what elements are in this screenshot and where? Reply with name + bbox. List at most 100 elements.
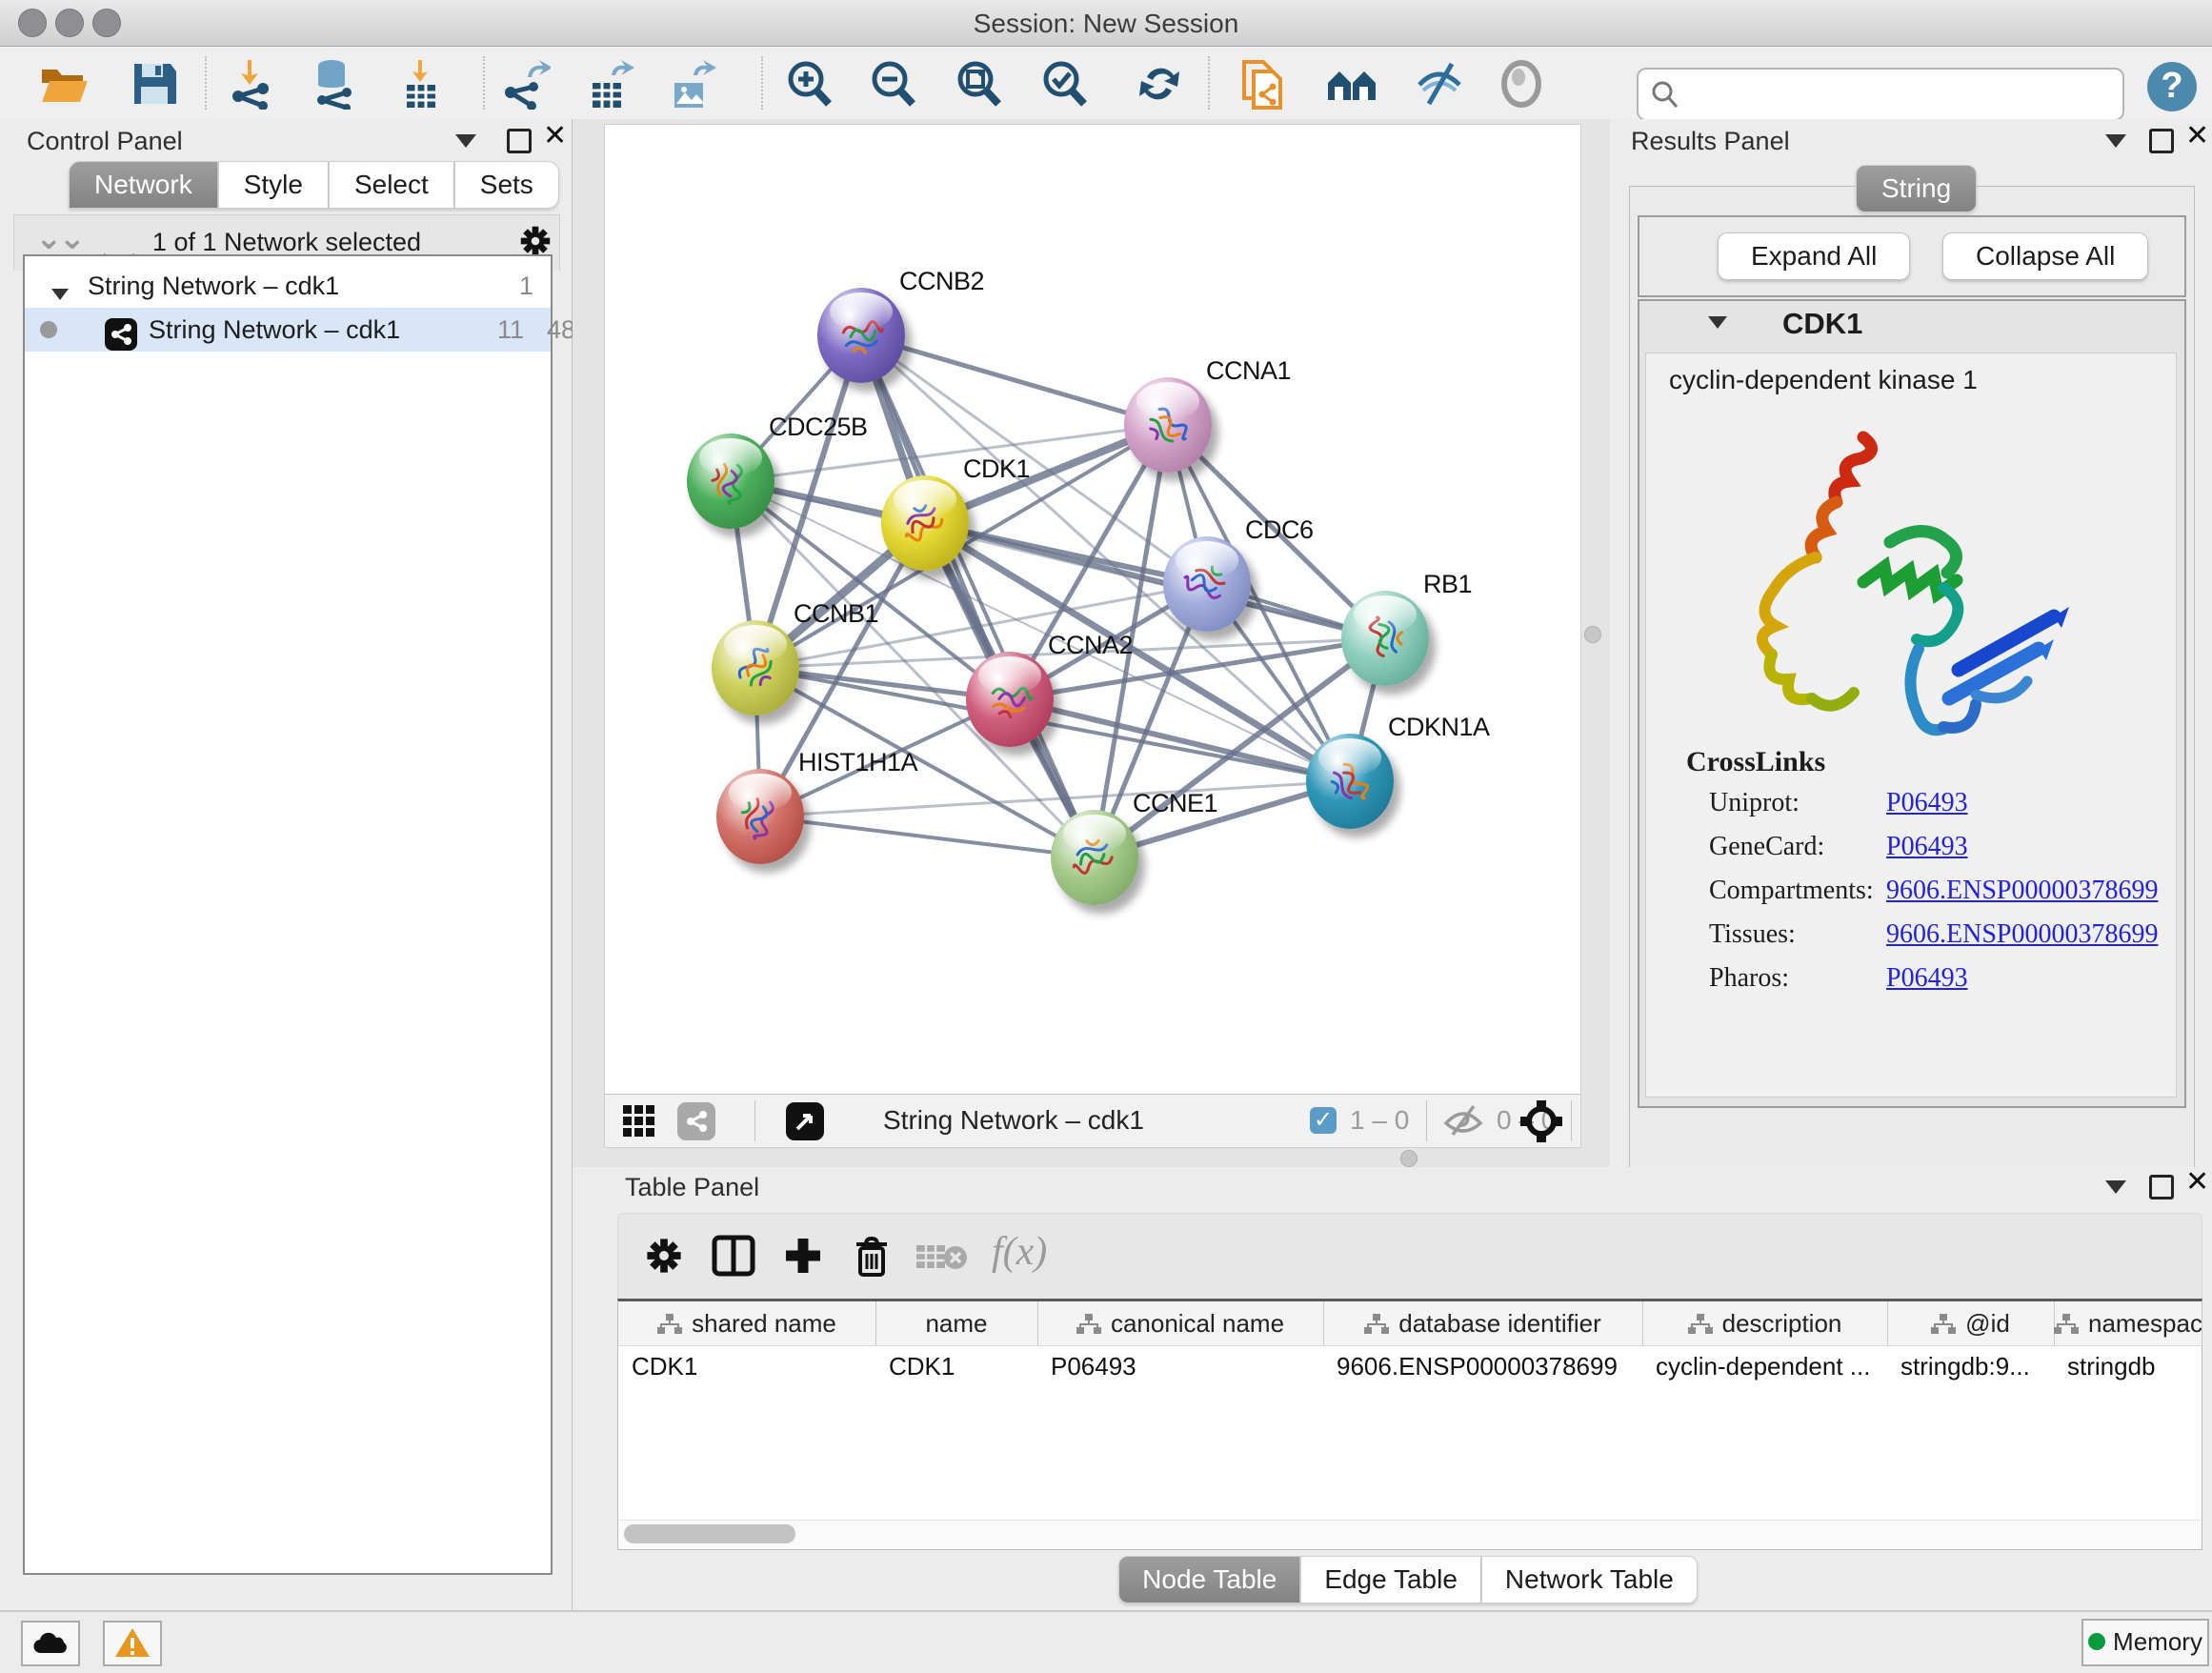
gene-section-header[interactable]: CDK1: [1639, 301, 2184, 351]
column-header-namespace[interactable]: namespace: [2054, 1301, 2202, 1345]
gene-collapse-icon[interactable]: [1708, 316, 1727, 333]
control-panel-close-icon[interactable]: ✕: [543, 127, 567, 150]
network-node-cdkn1a[interactable]: [1306, 734, 1394, 829]
column-header-database-identifier[interactable]: database identifier: [1323, 1301, 1643, 1345]
network-collection-row[interactable]: String Network – cdk1 1: [25, 264, 551, 308]
grid-view-icon[interactable]: [622, 1104, 656, 1143]
node-label-cdk1: CDK1: [963, 454, 1030, 484]
zoom-out-icon[interactable]: [867, 58, 918, 110]
network-node-cdc25b[interactable]: [687, 433, 774, 529]
table-toolbar: f(x): [617, 1213, 2202, 1300]
crosslink-value-link[interactable]: P06493: [1886, 788, 1968, 818]
clone-network-icon[interactable]: [1237, 58, 1288, 110]
network-selected-status: 1 of 1 Network selected: [14, 228, 559, 257]
show-panel-eye-icon[interactable]: [1496, 58, 1547, 110]
tab-edge-table[interactable]: Edge Table: [1300, 1556, 1481, 1603]
network-edge[interactable]: [861, 335, 1168, 425]
right-splitter-handle[interactable]: [1584, 626, 1601, 643]
crosslink-value-link[interactable]: P06493: [1886, 963, 1968, 994]
tab-style[interactable]: Style: [218, 161, 329, 209]
column-header-canonical-name[interactable]: canonical name: [1037, 1301, 1324, 1345]
warning-status-button[interactable]: [103, 1621, 162, 1666]
hide-panel-eye-icon[interactable]: [1414, 58, 1465, 110]
open-session-icon[interactable]: [38, 58, 90, 110]
tab-network-table[interactable]: Network Table: [1481, 1556, 1698, 1603]
network-node-ccna2[interactable]: [966, 652, 1054, 747]
network-edge[interactable]: [861, 335, 1095, 857]
column-header-name[interactable]: name: [875, 1301, 1038, 1345]
delete-column-icon[interactable]: [853, 1235, 891, 1283]
tab-string[interactable]: String: [1856, 165, 1977, 212]
control-panel-float-icon[interactable]: [507, 129, 532, 158]
column-header-shared-name[interactable]: shared name: [618, 1301, 876, 1345]
network-edge[interactable]: [925, 523, 1385, 638]
tab-select[interactable]: Select: [329, 161, 454, 209]
control-panel-collapse-icon[interactable]: [455, 134, 476, 152]
network-node-rb1[interactable]: [1341, 591, 1429, 686]
export-network-icon[interactable]: [499, 58, 551, 110]
crosslink-value-link[interactable]: P06493: [1886, 832, 1968, 862]
import-network-file-icon[interactable]: [225, 58, 276, 110]
results-panel-collapse-icon[interactable]: [2105, 134, 2126, 152]
table-panel-close-icon[interactable]: ✕: [2185, 1173, 2209, 1196]
memory-button[interactable]: Memory: [2081, 1619, 2209, 1666]
expand-all-button[interactable]: Expand All: [1718, 232, 1910, 280]
network-node-ccnb2[interactable]: [817, 288, 905, 383]
export-table-icon[interactable]: [583, 58, 634, 110]
network-canvas[interactable]: CCNB2CCNA1CDC25BCDK1CDC6RB1CCNB1CCNA2CDK…: [604, 124, 1581, 1096]
table-cell[interactable]: stringdb:9...: [1900, 1345, 2050, 1387]
horizontal-splitter-handle[interactable]: [1400, 1150, 1418, 1167]
zoom-in-icon[interactable]: [783, 58, 835, 110]
table-cell[interactable]: cyclin-dependent ...: [1656, 1345, 1883, 1387]
import-table-icon[interactable]: [395, 58, 447, 110]
zoom-fit-icon[interactable]: [953, 58, 1004, 110]
table-cell[interactable]: CDK1: [889, 1345, 1034, 1387]
table-horizontal-scrollbar[interactable]: [617, 1520, 2202, 1550]
table-panel-float-icon[interactable]: [2149, 1175, 2174, 1204]
collapse-all-button[interactable]: Collapse All: [1942, 232, 2148, 280]
apply-layout-icon[interactable]: [1134, 58, 1185, 110]
cloud-status-button[interactable]: [21, 1621, 80, 1666]
network-node-cdc6[interactable]: [1163, 536, 1251, 632]
results-panel-float-icon[interactable]: [2149, 129, 2174, 158]
tab-node-table[interactable]: Node Table: [1118, 1556, 1300, 1603]
fit-selected-crosshair-icon[interactable]: [1519, 1099, 1563, 1148]
table-cell[interactable]: CDK1: [632, 1345, 872, 1387]
table-cell[interactable]: 9606.ENSP00000378699: [1337, 1345, 1639, 1387]
show-home-icon[interactable]: [1326, 58, 1377, 110]
tab-sets[interactable]: Sets: [454, 161, 559, 209]
selected-checkbox-icon[interactable]: ✓: [1310, 1107, 1337, 1134]
expand-collapse-box: Expand All Collapse All: [1638, 215, 2186, 297]
export-image-icon[interactable]: [665, 58, 716, 110]
results-panel-close-icon[interactable]: ✕: [2185, 127, 2209, 150]
crosslink-value-link[interactable]: 9606.ENSP00000378699: [1886, 919, 2158, 950]
table-cell[interactable]: P06493: [1051, 1345, 1319, 1387]
table-panel-collapse-icon[interactable]: [2105, 1180, 2126, 1199]
network-node-ccna1[interactable]: [1124, 377, 1212, 473]
table-options-gear-icon[interactable]: [643, 1235, 685, 1281]
open-in-window-icon[interactable]: [786, 1102, 824, 1140]
import-network-database-icon[interactable]: [309, 58, 360, 110]
scrollbar-thumb[interactable]: [624, 1524, 795, 1543]
hidden-eye-slash-icon[interactable]: [1443, 1104, 1483, 1141]
tab-network[interactable]: Network: [69, 161, 218, 209]
network-birdseye-icon[interactable]: [677, 1102, 715, 1140]
network-node-ccnb1[interactable]: [712, 620, 799, 716]
save-session-icon[interactable]: [129, 58, 180, 110]
show-columns-icon[interactable]: [712, 1235, 755, 1281]
search-input[interactable]: [1688, 73, 2111, 113]
node-table[interactable]: shared namenamecanonical namedatabase id…: [617, 1299, 2202, 1522]
column-header-description[interactable]: description: [1642, 1301, 1888, 1345]
add-column-icon[interactable]: [782, 1235, 824, 1281]
network-row[interactable]: String Network – cdk1 11 48: [25, 308, 551, 352]
network-node-hist1h1a[interactable]: [716, 769, 804, 864]
help-button[interactable]: ?: [2147, 62, 2197, 111]
network-edge[interactable]: [760, 816, 1095, 857]
table-cell[interactable]: stringdb: [2067, 1345, 2198, 1387]
network-node-ccne1[interactable]: [1051, 810, 1138, 905]
column-header--id[interactable]: @id: [1887, 1301, 2055, 1345]
results-content: Expand All Collapse All CDK1 cyclin-depe…: [1629, 186, 2195, 1199]
crosslink-value-link[interactable]: 9606.ENSP00000378699: [1886, 876, 2158, 906]
zoom-selected-icon[interactable]: [1038, 58, 1090, 110]
network-node-cdk1[interactable]: [881, 475, 969, 571]
